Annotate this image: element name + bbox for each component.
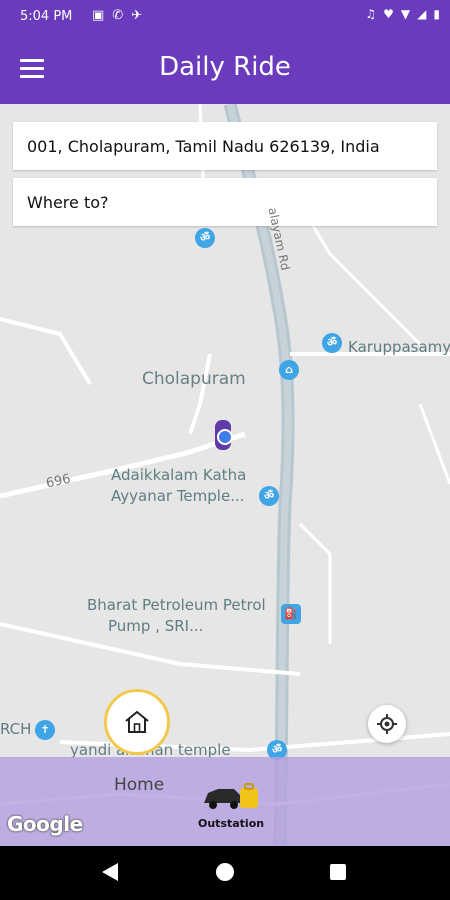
wifi-call-icon: ✆	[112, 8, 124, 23]
church-pin-icon: ✝	[35, 720, 55, 740]
page-title: Daily Ride	[159, 52, 291, 82]
map-view[interactable]: 001, Cholapuram, Tamil Nadu 626139, Indi…	[0, 104, 450, 846]
fuel-pin-icon: ⛽	[281, 604, 301, 624]
temple-pin-icon: ॐ	[259, 486, 279, 506]
signal-icon: ◢	[417, 7, 427, 21]
car-marker-icon	[208, 420, 238, 450]
home-button[interactable]	[104, 689, 170, 755]
place-label: Karuppasamy	[348, 338, 450, 356]
back-icon[interactable]	[102, 863, 118, 881]
headset-icon: ♫	[365, 7, 377, 21]
outstation-label: Outstation	[198, 817, 265, 830]
shop-pin-icon: ⌂	[279, 360, 299, 380]
google-watermark: Google	[7, 812, 83, 836]
pickup-field[interactable]: 001, Cholapuram, Tamil Nadu 626139, Indi…	[13, 122, 437, 170]
home-label: Home	[114, 775, 165, 795]
place-label: Adaikkalam Katha	[111, 466, 247, 484]
app-bar: Daily Ride	[0, 34, 450, 104]
place-label: RCH	[0, 720, 32, 738]
status-bar: 5:04 PM ▣ ✆ ✈ ♫ ♥ ▼ ◢ ▮	[0, 0, 450, 34]
heart-icon: ♥	[383, 7, 394, 21]
home-icon	[125, 710, 149, 733]
plane-icon: ✈	[131, 8, 143, 23]
crosshair-icon	[377, 714, 397, 734]
wifi-icon: ▼	[400, 7, 411, 21]
status-time: 5:04 PM	[20, 9, 73, 24]
place-label: Ayyanar Temple...	[111, 487, 245, 505]
system-nav-bar	[0, 846, 450, 900]
place-label: Cholapuram	[142, 369, 246, 389]
place-label: Bharat Petroleum Petrol	[87, 596, 266, 614]
place-label: Pump , SRI...	[108, 617, 204, 635]
home-nav-icon[interactable]	[216, 863, 234, 881]
recents-icon[interactable]	[330, 864, 346, 880]
outstation-button[interactable]	[202, 779, 260, 815]
my-location-button[interactable]	[368, 705, 406, 743]
temple-pin-icon: ॐ	[322, 333, 342, 353]
battery-icon: ▮	[433, 7, 440, 21]
outstation-car-icon	[204, 783, 258, 809]
image-icon: ▣	[92, 8, 105, 23]
destination-field[interactable]: Where to?	[13, 178, 437, 226]
temple-pin-icon: ॐ	[195, 228, 215, 248]
